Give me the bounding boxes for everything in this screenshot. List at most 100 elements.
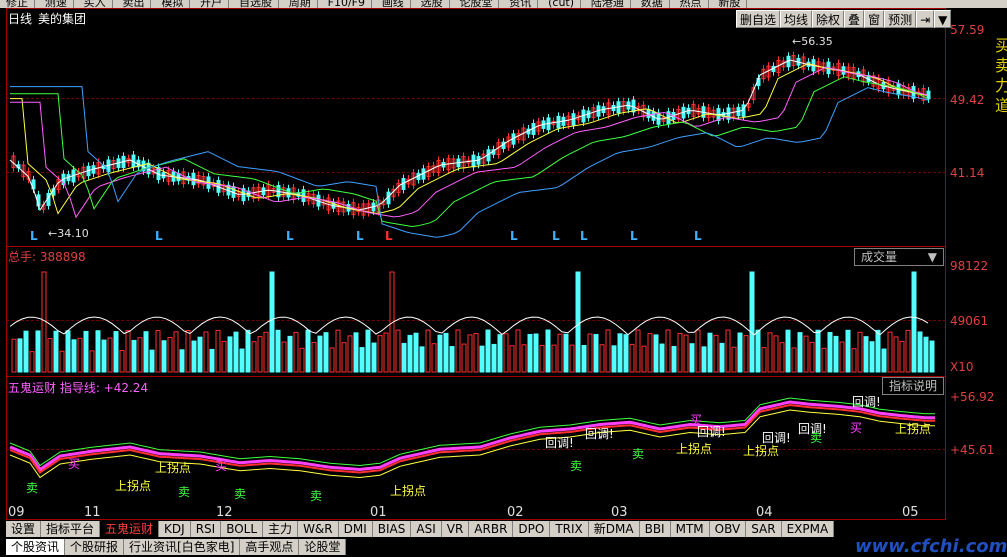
- volume-bar: [521, 344, 527, 373]
- volume-bar: [419, 346, 425, 373]
- indicator-signal: 上拐点: [390, 483, 426, 498]
- volume-bar: [719, 342, 725, 373]
- volume-bar: [917, 331, 923, 373]
- volume-bar: [833, 335, 839, 373]
- volume-bar: [401, 342, 407, 373]
- volume-bar: [611, 345, 617, 373]
- window-button[interactable]: 窗: [864, 10, 885, 28]
- tab-dpo[interactable]: DPO: [513, 521, 551, 537]
- volume-bar: [677, 332, 683, 373]
- volume-bar: [743, 335, 749, 373]
- volume-tick: 98122: [950, 259, 989, 273]
- volume-bar: [245, 329, 251, 373]
- x-tick: 05: [902, 505, 919, 520]
- volume-bar: [371, 342, 377, 373]
- tab-boll[interactable]: BOLL: [221, 521, 264, 537]
- tab-stock-news[interactable]: 个股资讯: [6, 539, 66, 555]
- dropdown-icon[interactable]: ▼: [934, 10, 952, 28]
- tab-expert-views[interactable]: 高手观点: [240, 539, 300, 555]
- tab-bbi[interactable]: BBI: [639, 521, 671, 537]
- volume-bar: [641, 345, 647, 373]
- indicator-signal: 卖: [234, 487, 246, 501]
- volume-bar: [647, 333, 653, 373]
- volume-bar: [383, 332, 389, 373]
- volume-bar: [893, 336, 899, 373]
- x-tick: 01: [370, 505, 387, 520]
- volume-bar: [857, 331, 863, 373]
- indicator-tick: +56.92: [950, 390, 995, 404]
- indicator-signal: 卖: [570, 459, 582, 473]
- volume-bar: [899, 340, 905, 373]
- volume-bar: [59, 350, 65, 373]
- l-mark: L: [356, 229, 364, 243]
- volume-bar: [905, 329, 911, 373]
- tab-trix[interactable]: TRIX: [550, 521, 589, 537]
- tab-indicator-platform[interactable]: 指标平台: [41, 521, 101, 537]
- volume-bar: [107, 337, 113, 373]
- tab-dmi[interactable]: DMI: [338, 521, 373, 537]
- indicator-signal: 回调!: [852, 395, 881, 409]
- volume-bar: [167, 336, 173, 373]
- volume-bar: [713, 334, 719, 373]
- ex-rights-button[interactable]: 除权: [812, 10, 845, 28]
- expand-icon[interactable]: ⇥: [916, 10, 935, 28]
- volume-bar: [683, 334, 689, 373]
- tab-stock-research[interactable]: 个股研报: [65, 539, 125, 555]
- tab-bias[interactable]: BIAS: [372, 521, 412, 537]
- volume-bar: [215, 329, 221, 373]
- kline-chart[interactable]: ←56.35←34.10卖买上拐点上拐点卖买卖卖上拐点回调!卖回调!卖 上拐点买回…: [0, 0, 1007, 555]
- tab-vr[interactable]: VR: [441, 521, 470, 537]
- volume-bar: [437, 334, 443, 373]
- tab-rsi[interactable]: RSI: [190, 521, 222, 537]
- tab-kdj[interactable]: KDJ: [159, 521, 191, 537]
- tab-forum[interactable]: 论股堂: [299, 539, 347, 555]
- volume-indicator-select[interactable]: 成交量 ▼: [854, 248, 944, 266]
- volume-bar: [137, 337, 143, 373]
- remove-watchlist-button[interactable]: 删自选: [736, 10, 781, 28]
- tab-industry-news[interactable]: 行业资讯[白色家电]: [124, 539, 241, 555]
- volume-bar: [293, 331, 299, 373]
- volume-bar: [635, 329, 641, 373]
- tab-wr[interactable]: W&R: [298, 521, 339, 537]
- tab-obv[interactable]: OBV: [709, 521, 747, 537]
- volume-bar: [827, 331, 833, 373]
- moving-average-button[interactable]: 均线: [780, 10, 813, 28]
- tab-wugui[interactable]: 五鬼运财: [100, 521, 160, 537]
- forecast-button[interactable]: 预测: [884, 10, 917, 28]
- volume-bar: [929, 340, 935, 373]
- x-tick: 11: [84, 505, 101, 520]
- high-annotation: ←56.35: [792, 35, 833, 48]
- tab-new-dma[interactable]: 新DMA: [588, 521, 640, 537]
- volume-bar: [749, 271, 755, 373]
- volume-bar: [461, 343, 467, 373]
- indicator-signal: 卖: [810, 431, 822, 445]
- volume-bar: [875, 329, 881, 373]
- indicator-signal: 回调!: [585, 427, 614, 441]
- volume-bar: [341, 342, 347, 373]
- volume-bar: [809, 341, 815, 373]
- tab-mtm[interactable]: MTM: [670, 521, 710, 537]
- indicator-explain-button[interactable]: 指标说明: [882, 377, 945, 395]
- watermark: www.cfchi.com: [855, 536, 1007, 557]
- tab-expma[interactable]: EXPMA: [781, 521, 835, 537]
- tab-main-force[interactable]: 主力: [263, 521, 299, 537]
- volume-bar: [605, 329, 611, 373]
- tab-asi[interactable]: ASI: [411, 521, 442, 537]
- volume-bar: [191, 340, 197, 373]
- volume-bar: [767, 332, 773, 373]
- volume-bar: [599, 344, 605, 373]
- tab-arbr[interactable]: ARBR: [469, 521, 514, 537]
- volume-bar: [425, 329, 431, 373]
- volume-bar: [179, 349, 185, 373]
- indicator-tick: +45.61: [950, 443, 995, 457]
- indicator-signal: 回调!: [545, 436, 574, 450]
- tab-settings[interactable]: 设置: [6, 521, 42, 537]
- volume-bar: [551, 344, 557, 373]
- overlay-button[interactable]: 叠: [844, 10, 865, 28]
- volume-bar: [773, 335, 779, 373]
- volume-bar: [449, 346, 455, 373]
- tab-sar[interactable]: SAR: [746, 521, 782, 537]
- volume-bar: [623, 334, 629, 373]
- volume-bar: [791, 347, 797, 373]
- x-tick: 04: [756, 505, 773, 520]
